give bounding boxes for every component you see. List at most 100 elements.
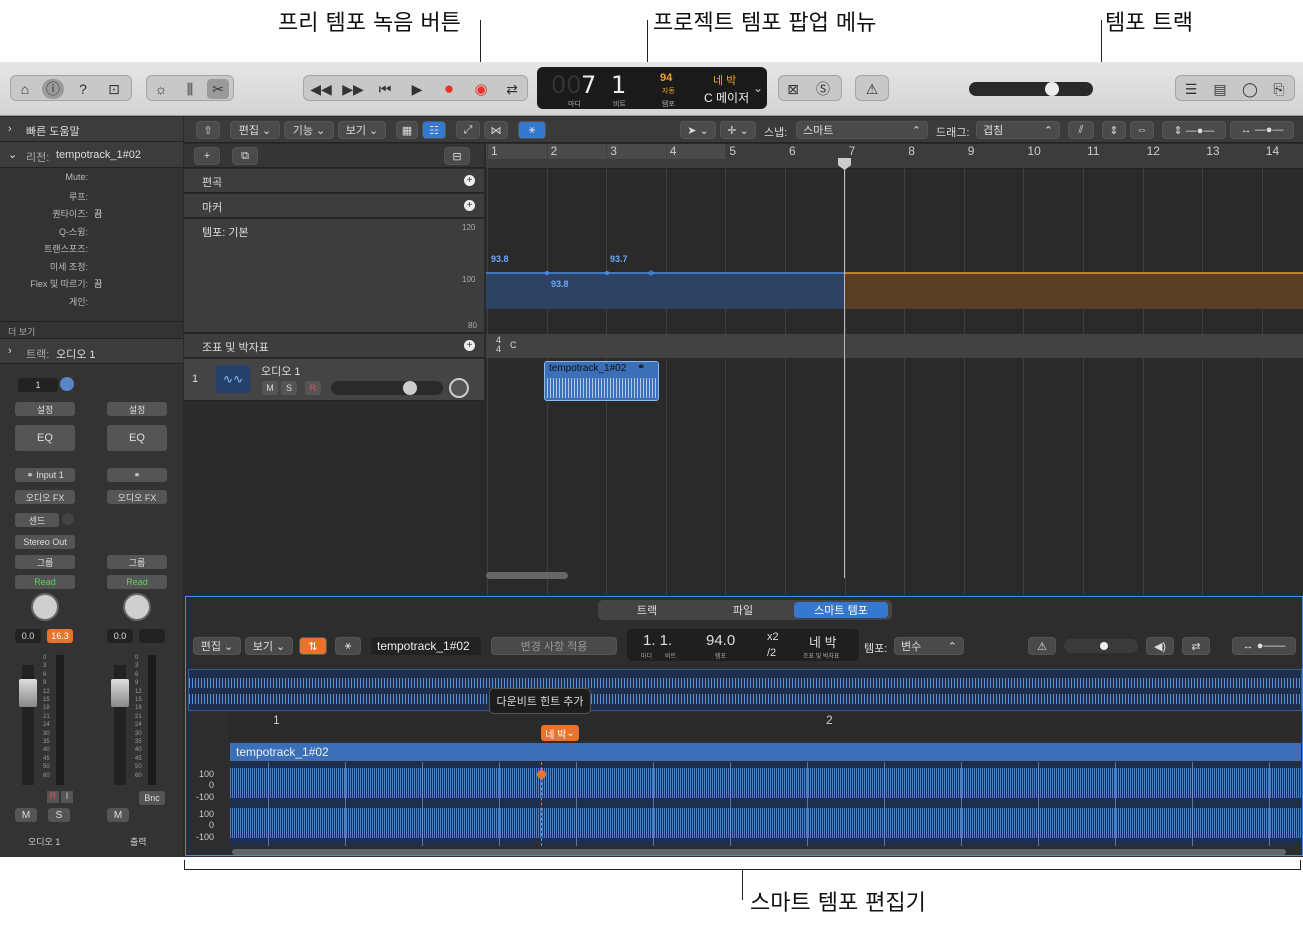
toolbar-icon[interactable]: ⊡ [103,79,125,99]
lcd-key[interactable]: C 메이저 [704,89,749,106]
snap-popup[interactable]: 스마트 ⌃ [796,121,928,139]
beat-hint-handle[interactable] [537,770,546,779]
input-format[interactable]: 1 [18,378,58,392]
duplicate-track-icon[interactable]: ⧉ [232,147,258,165]
audio-fx-button[interactable]: 오디오 FX [107,490,167,504]
tab-file[interactable]: 파일 [696,602,790,618]
ruler[interactable]: 1 2 3 4 5 6 7 8 9 10 11 12 13 14 [486,144,1303,169]
metronome-icon[interactable]: ⚠ [1028,637,1056,655]
automation-icon[interactable]: ⤢ [456,121,480,139]
view-menu[interactable]: 보기 ⌄ [338,121,386,139]
input-button[interactable]: ⚭ Input 1 [15,468,75,482]
setting-button[interactable]: 설정 [15,402,75,416]
marker-track-header[interactable]: 마커 + [184,194,484,218]
editor-signature[interactable]: 네 박 [809,632,837,651]
add-icon[interactable]: + [464,175,475,186]
playhead[interactable] [844,158,845,578]
param-row[interactable]: Flex 및 따르기: 끔 [0,274,183,291]
audio-track-header[interactable]: 1 ∿∿ 오디오 1 M S R [184,359,484,401]
main-waveform[interactable] [230,762,1301,846]
metronome-icon[interactable]: ⚠ [861,79,883,99]
fast-forward-icon[interactable]: ▶▶ [342,79,364,99]
quick-help-icon[interactable]: ? [72,79,94,99]
horizontal-fit-icon[interactable]: ⇔ [1130,121,1154,139]
param-row[interactable]: Mute: [0,169,183,186]
tempo-point[interactable] [605,271,609,275]
click-volume-slider[interactable] [1064,639,1138,653]
pointer-tool[interactable]: ➤ ⌄ [680,121,716,139]
list-editors-icon[interactable]: ☰ [1180,79,1202,99]
pencil-tool[interactable]: ✛ ⌄ [720,121,756,139]
cycle-icon[interactable]: ⇄ [1182,637,1210,655]
region-header[interactable]: ⌄ 리전: tempotrack_1#02 [0,142,183,168]
lcd-display[interactable]: 00 7 1 마디 비트 94 자동 템포 네 박 C 메이저 ⌄ [537,67,767,109]
mixer-icon[interactable]: ⫼ [179,79,201,99]
inspector-icon[interactable]: ⓘ [42,79,64,99]
editor-ruler[interactable]: 1 2 [229,713,1302,741]
signature-lane[interactable]: 4 4 C [486,334,1303,358]
arrangement-track-header[interactable]: 편곡 + [184,169,484,193]
mute-button[interactable]: M [262,381,278,395]
play-icon[interactable]: ▶ [406,79,428,99]
param-row[interactable]: Q-스윙: [0,222,183,239]
input-monitor-button[interactable]: I [61,791,73,803]
apply-changes-button[interactable]: 변경 사항 적용 [491,637,617,655]
beat-badge[interactable]: 네 박 ⌄ [541,725,579,741]
double-tempo[interactable]: x2 [767,631,779,643]
waveform-zoom-icon[interactable]: ⫽ [1068,121,1094,139]
sends-button[interactable]: 센드 [15,513,59,527]
track-volume-slider[interactable] [331,381,443,395]
tab-track[interactable]: 트랙 [600,602,694,618]
group-button[interactable]: 그룹 [15,555,75,569]
tab-smart-tempo[interactable]: 스마트 템포 [794,602,888,618]
drag-popup[interactable]: 겹침 ⌃ [976,121,1060,139]
lcd-signature[interactable]: 네 박 [713,72,736,88]
add-icon[interactable]: + [464,340,475,351]
overview-waveform[interactable] [188,669,1303,711]
setting-button[interactable]: 설정 [107,402,167,416]
master-volume-slider[interactable] [969,82,1093,96]
editor-zoom-slider[interactable]: ↔ ●—— [1232,637,1296,655]
smart-controls-icon[interactable]: ☼ [150,79,172,99]
output-button[interactable]: Stereo Out [15,535,75,549]
automation-button[interactable]: Read [107,575,167,589]
audio-fx-button[interactable]: 오디오 FX [15,490,75,504]
param-row[interactable]: 트랜스포즈: [0,239,183,256]
free-tempo-record-icon[interactable]: ◉ [470,79,492,99]
rewind-icon[interactable]: ◀◀ [310,79,332,99]
vertical-zoom-icon[interactable]: ⇕ [1102,121,1126,139]
solo-icon[interactable]: Ⓢ [812,79,834,99]
eq-button[interactable]: EQ [107,425,167,451]
fader-handle[interactable] [19,679,37,707]
lcd-tempo[interactable]: 94 [660,72,672,84]
go-to-start-icon[interactable]: ⏮ [374,79,396,99]
editor-view-menu[interactable]: 보기 ⌄ [245,637,293,655]
low-latency-icon[interactable]: ⊠ [782,79,804,99]
list-view-icon[interactable]: ☷ [422,121,446,139]
bounce-button[interactable]: Bnc [139,791,165,805]
fader-handle[interactable] [111,679,129,707]
editor-position[interactable]: 1. 1. [643,632,672,649]
speaker-icon[interactable]: ◀) [1146,637,1174,655]
mute-button[interactable]: M [15,808,37,822]
pan-knob[interactable] [123,593,151,621]
group-button[interactable]: 그룹 [107,555,167,569]
link-button[interactable]: ⚭ [107,468,167,482]
add-icon[interactable]: + [464,200,475,211]
eq-button[interactable]: EQ [15,425,75,451]
editor-edit-menu[interactable]: 편집 ⌄ [193,637,241,655]
grid-view-icon[interactable]: ▦ [396,121,418,139]
pan-knob[interactable] [31,593,59,621]
catch-playhead-icon[interactable]: ⚹ [518,121,546,139]
vertical-zoom-slider[interactable]: ⇕ —●— [1162,121,1226,139]
flex-icon[interactable]: ⋈ [484,121,508,139]
record-enable-button[interactable]: R [47,791,59,803]
browsers-icon[interactable]: ⎘ [1268,79,1290,99]
editor-scrollbar[interactable] [232,849,1286,855]
param-row[interactable]: 미세 조정: [0,257,183,274]
track-pan-knob[interactable] [449,378,469,398]
automation-button[interactable]: Read [15,575,75,589]
function-menu[interactable]: 기능 ⌄ [284,121,334,139]
library-icon[interactable]: ⌂ [14,79,36,99]
param-row[interactable]: 퀀타이즈: 끔 [0,204,183,221]
